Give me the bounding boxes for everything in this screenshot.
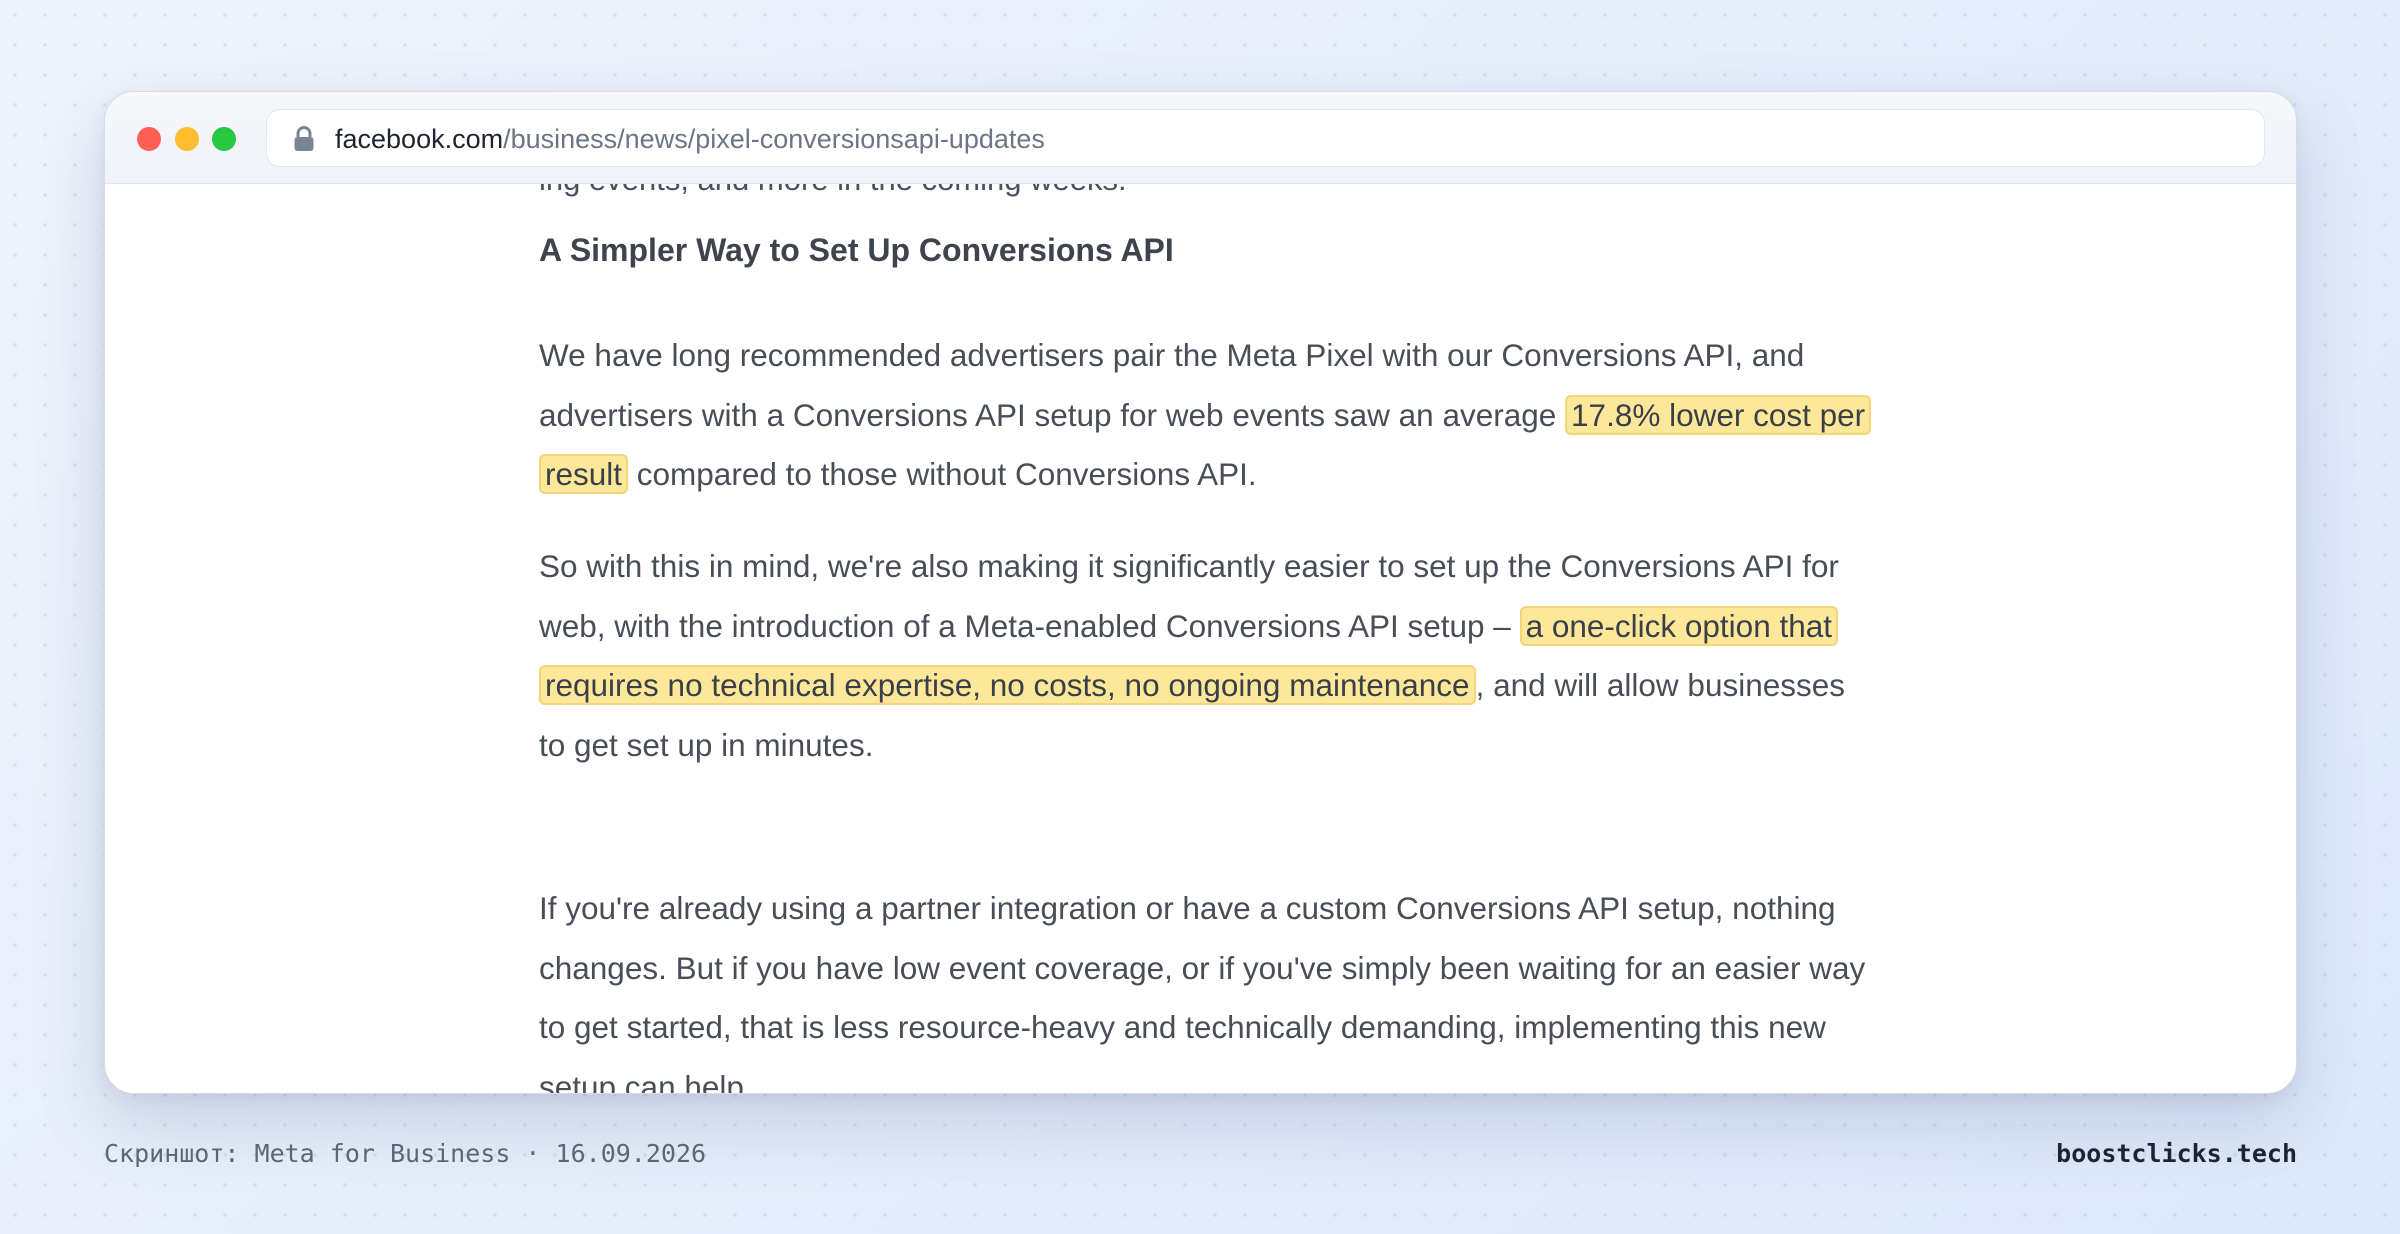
brand-label: boostclicks.tech [2056, 1139, 2297, 1168]
paragraph-3: If you're already using a partner integr… [539, 890, 1866, 1093]
paragraph-1: We have long recommended advertisers pai… [539, 326, 1872, 505]
browser-window: facebook.com/business/news/pixel-convers… [104, 91, 2297, 1094]
close-window-button[interactable] [137, 127, 161, 151]
url-text: facebook.com/business/news/pixel-convers… [335, 123, 1045, 155]
paragraph-2: So with this in mind, we're also making … [539, 537, 1869, 775]
lock-icon [293, 126, 315, 152]
browser-titlebar: facebook.com/business/news/pixel-convers… [105, 92, 2296, 184]
paragraph-1-text-after: compared to those without Conversions AP… [628, 456, 1257, 492]
minimize-window-button[interactable] [175, 127, 199, 151]
screenshot-caption: Скриншот: Meta for Business · 16.09.2026 [104, 1139, 707, 1168]
cut-off-text-line: ing events, and more in the coming weeks… [539, 184, 1127, 198]
page-content[interactable]: ing events, and more in the coming weeks… [105, 184, 2296, 1093]
url-path: /business/news/pixel-conversionsapi-upda… [503, 124, 1045, 154]
address-bar[interactable]: facebook.com/business/news/pixel-convers… [266, 109, 2265, 167]
section-heading: A Simpler Way to Set Up Conversions API [539, 232, 1174, 268]
url-host: facebook.com [335, 124, 504, 154]
maximize-window-button[interactable] [212, 127, 236, 151]
